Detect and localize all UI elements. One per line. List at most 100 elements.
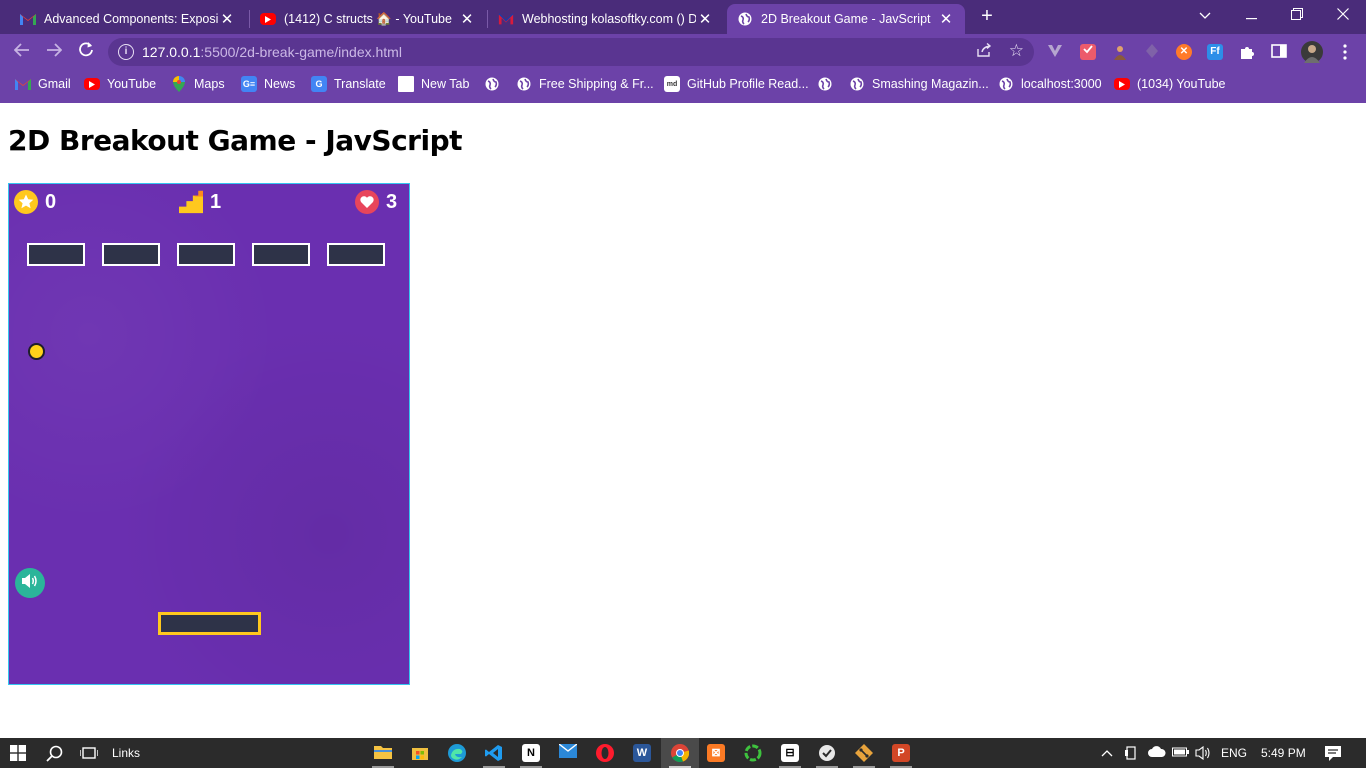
youtube-icon [1114, 78, 1130, 90]
close-icon[interactable]: ✕ [937, 10, 955, 28]
speaker-icon [21, 573, 39, 594]
git-icon[interactable] [855, 744, 873, 762]
notion-icon[interactable]: N [522, 744, 540, 762]
bookmark-maps[interactable]: Maps [171, 75, 225, 93]
gmail-icon [15, 76, 31, 92]
diamond-extension-icon[interactable] [1144, 44, 1160, 60]
profile-avatar[interactable] [1301, 41, 1323, 63]
page-icon [398, 76, 414, 92]
bookmark-free-shipping[interactable]: Free Shipping & Fr... [516, 75, 654, 93]
capcut-icon[interactable]: ⊟ [781, 744, 799, 762]
star-icon [14, 190, 38, 214]
xampp-icon[interactable]: ⊠ [707, 744, 725, 762]
paddle[interactable] [158, 612, 261, 635]
onedrive-icon[interactable] [1148, 746, 1166, 760]
new-tab-button[interactable]: + [976, 5, 998, 27]
todoist-extension-icon[interactable] [1080, 44, 1096, 60]
brick [327, 243, 385, 266]
share-icon[interactable] [976, 42, 992, 60]
close-window-button[interactable] [1329, 4, 1357, 26]
toolbar-bottom-edge [0, 99, 1366, 103]
game-canvas[interactable]: 0 1 3 [8, 183, 410, 685]
tab-0[interactable]: Advanced Components: Exposing ✕ [10, 4, 246, 34]
bookmark-translate[interactable]: G Translate [311, 75, 386, 93]
links-toolbar[interactable]: Links [112, 743, 140, 763]
close-icon[interactable]: ✕ [218, 10, 236, 28]
tab-search-button[interactable] [1191, 4, 1219, 26]
minimize-button[interactable] [1237, 4, 1265, 26]
level-value: 1 [210, 190, 222, 213]
lives-display: 3 [355, 188, 397, 216]
puzzle-extensions-icon[interactable] [1239, 44, 1255, 60]
bookmark-smashing[interactable]: Smashing Magazin... [849, 75, 989, 93]
brick [27, 243, 85, 266]
bookmark-gmail[interactable]: Gmail [15, 75, 71, 93]
edge-icon[interactable] [448, 744, 466, 762]
menu-dots-icon[interactable] [1337, 44, 1353, 60]
clock[interactable]: 5:49 PM [1261, 746, 1306, 760]
timer-icon[interactable] [818, 744, 836, 762]
forward-button[interactable] [42, 40, 66, 64]
tab-1[interactable]: (1412) C structs 🏠 - YouTube ✕ [250, 4, 486, 34]
chrome-icon[interactable] [671, 744, 690, 763]
tab-2[interactable]: Webhosting kolasoftky.com () De ✕ [488, 4, 724, 34]
vscode-icon[interactable] [485, 744, 503, 762]
mail-icon[interactable] [558, 743, 578, 762]
lives-value: 3 [386, 190, 398, 213]
reload-button[interactable] [74, 40, 98, 64]
vivaldi-extension-icon[interactable] [1047, 44, 1063, 60]
brick [177, 243, 235, 266]
bookmark-news[interactable]: G≡ News [241, 75, 295, 93]
battery-icon[interactable] [1172, 746, 1190, 761]
side-panel-icon[interactable] [1271, 44, 1287, 60]
green-ring-icon[interactable] [744, 744, 762, 762]
word-icon[interactable]: W [633, 744, 651, 762]
person-extension-icon[interactable] [1112, 44, 1128, 60]
ball [28, 343, 45, 360]
brick [252, 243, 310, 266]
youtube-icon [260, 13, 276, 25]
back-button[interactable] [10, 40, 34, 64]
orange-extension-icon[interactable]: ✕ [1176, 44, 1192, 60]
opera-icon[interactable] [596, 744, 614, 762]
youtube-icon [84, 78, 100, 90]
score-display: 0 [14, 188, 56, 216]
globe-icon [998, 76, 1014, 92]
font-extension-icon[interactable]: Ff [1207, 44, 1223, 60]
stairs-icon [179, 190, 203, 214]
bookmark-globe-2[interactable] [817, 75, 840, 93]
store-icon[interactable] [411, 744, 429, 762]
info-icon[interactable]: i [118, 44, 134, 60]
bookmark-star-icon[interactable]: ☆ [1009, 41, 1024, 61]
chevron-up-icon[interactable] [1101, 746, 1113, 760]
language-indicator[interactable]: ENG [1221, 746, 1247, 760]
volume-icon[interactable] [1195, 745, 1213, 763]
bookmark-localhost[interactable]: localhost:3000 [998, 75, 1102, 93]
search-icon[interactable] [46, 743, 63, 763]
browser-toolbar: i 127.0.0.1:5500/2d-break-game/index.htm… [0, 34, 1366, 69]
page-title: 2D Breakout Game - JavScript [8, 124, 463, 157]
brick [102, 243, 160, 266]
restore-button[interactable] [1283, 4, 1311, 26]
powerpoint-icon[interactable]: P [892, 744, 910, 762]
close-icon[interactable]: ✕ [458, 10, 476, 28]
bookmark-youtube-2[interactable]: (1034) YouTube [1114, 75, 1226, 93]
bookmark-new-tab[interactable]: New Tab [398, 75, 469, 93]
bookmark-youtube[interactable]: YouTube [84, 75, 156, 93]
start-button[interactable] [10, 743, 26, 763]
globe-icon [817, 76, 833, 92]
close-icon[interactable]: ✕ [696, 10, 714, 28]
notifications-icon[interactable] [1325, 746, 1341, 764]
globe-icon [484, 76, 500, 92]
address-bar[interactable]: i 127.0.0.1:5500/2d-break-game/index.htm… [108, 38, 1034, 66]
tab-title: 2D Breakout Game - JavScript [761, 12, 931, 26]
file-explorer-icon[interactable] [374, 744, 392, 762]
globe-icon [849, 76, 865, 92]
device-icon[interactable] [1125, 746, 1137, 763]
bookmark-github-readme[interactable]: md GitHub Profile Read... [664, 75, 809, 93]
tab-3[interactable]: 2D Breakout Game - JavScript ✕ [727, 4, 965, 34]
task-view-icon[interactable] [80, 743, 98, 763]
sound-toggle-button[interactable] [15, 568, 45, 598]
bookmark-globe-1[interactable] [484, 75, 507, 93]
tab-title: Advanced Components: Exposing [44, 12, 218, 26]
